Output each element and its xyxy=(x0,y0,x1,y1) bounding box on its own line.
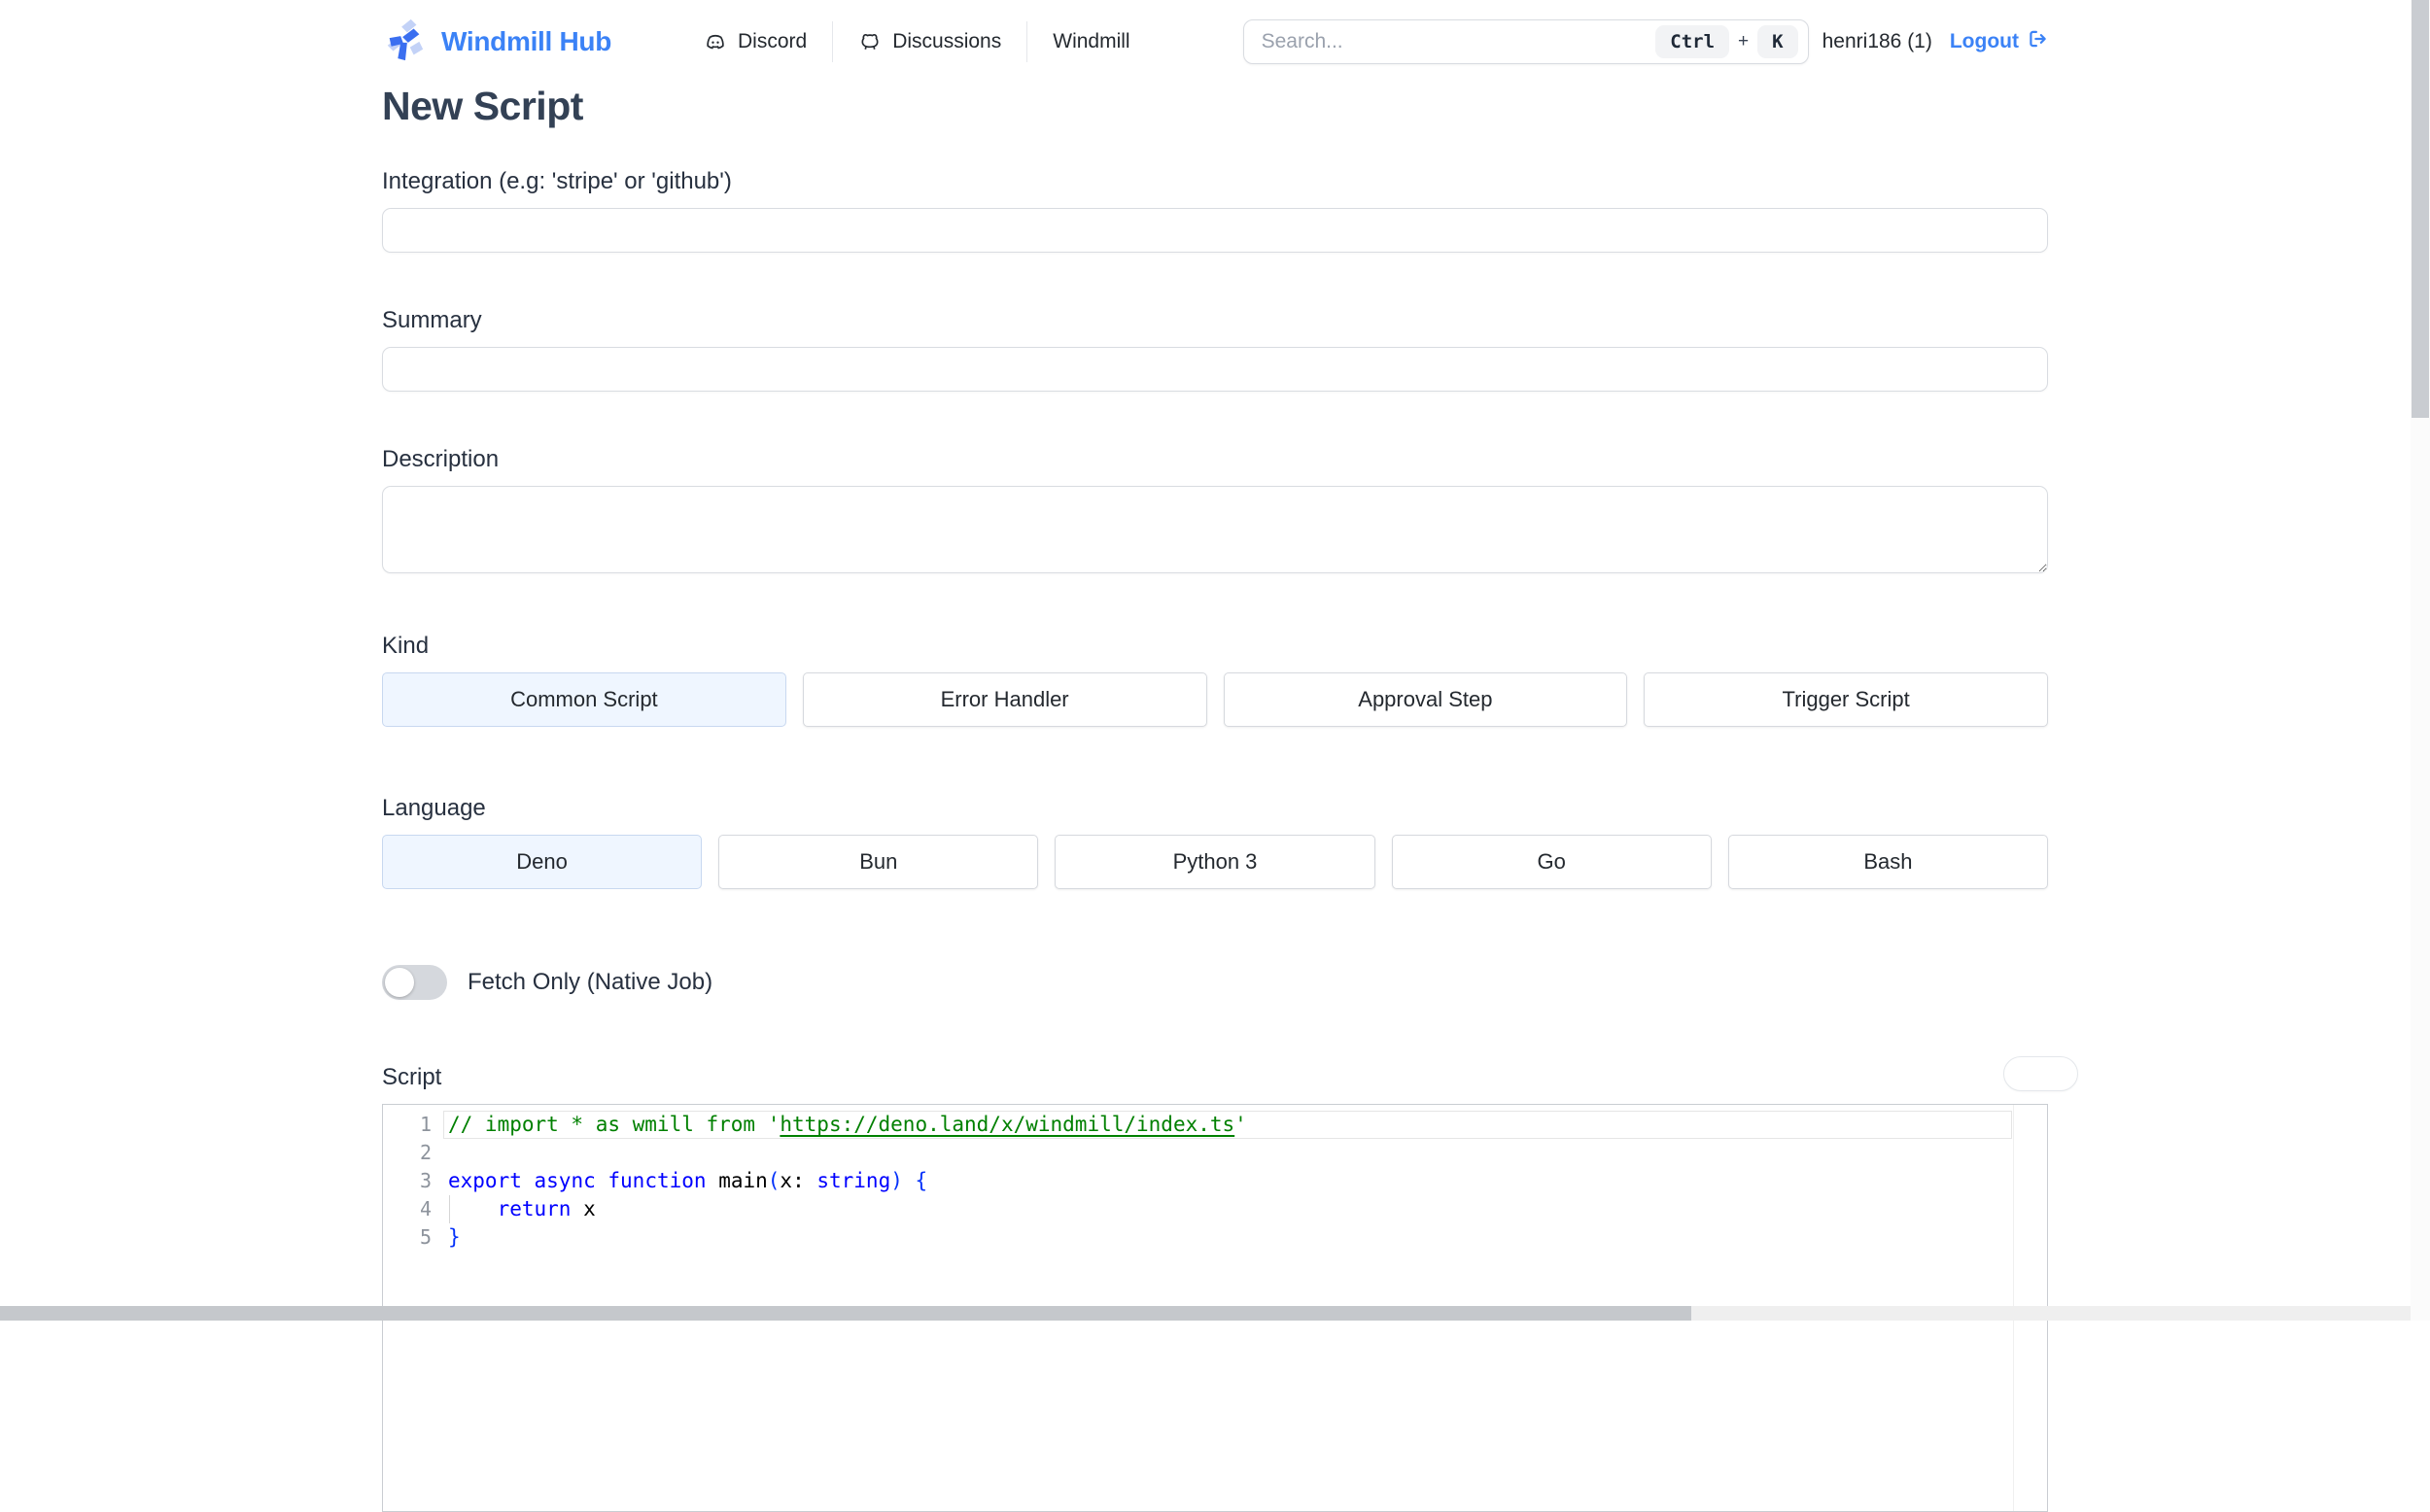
language-option-deno[interactable]: Deno xyxy=(382,835,703,889)
windmill-logo-icon xyxy=(382,17,427,67)
nav-item-windmill[interactable]: Windmill xyxy=(1027,30,1155,53)
line-content: } xyxy=(448,1225,461,1249)
language-option-go[interactable]: Go xyxy=(1391,835,1712,889)
line-content: export async function main(x: string) { xyxy=(448,1169,928,1192)
summary-field: Summary xyxy=(382,307,2048,392)
language-option-bun[interactable]: Bun xyxy=(718,835,1039,889)
fetch-only-toggle[interactable] xyxy=(382,965,447,1000)
line-content xyxy=(448,1139,2012,1167)
code-line-1[interactable]: 1 // import * as wmill from 'https://deno… xyxy=(383,1111,2047,1139)
summary-input[interactable] xyxy=(382,347,2048,392)
script-label: Script xyxy=(382,1064,442,1090)
code-line-5[interactable]: 5} xyxy=(383,1223,2047,1252)
discord-icon xyxy=(704,30,727,53)
kind-field: Kind Common Script Error Handler Approval … xyxy=(382,633,2048,727)
toggle-knob xyxy=(385,968,414,997)
brand-link[interactable]: Windmill Hub xyxy=(382,17,611,67)
line-number: 3 xyxy=(419,1169,432,1192)
kbd-plus: + xyxy=(1738,31,1750,52)
search-shortcut: Ctrl + K xyxy=(1655,25,1798,58)
nav-label-discord: Discord xyxy=(738,30,808,52)
fetch-only-label: Fetch Only (Native Job) xyxy=(468,969,713,995)
code-link[interactable]: https://deno.land/x/windmill/index.ts xyxy=(780,1113,1234,1136)
user-area: henri186 (1) Logout xyxy=(1822,28,2048,55)
script-section: Script 1 // import * as wmill from 'https… xyxy=(382,1056,2078,1512)
kind-option-common-script[interactable]: Common Script xyxy=(382,672,786,727)
main-nav: Discord Discussions Windmill xyxy=(704,21,1156,62)
language-options: Deno Bun Python 3 Go Bash xyxy=(382,835,2049,889)
nav-label-windmill: Windmill xyxy=(1053,30,1130,52)
vertical-scrollbar-thumb[interactable] xyxy=(2412,0,2429,418)
search-box[interactable]: Ctrl + K xyxy=(1242,19,1809,64)
page-title: New Script xyxy=(382,84,583,128)
nav-item-discussions[interactable]: Discussions xyxy=(833,30,1026,53)
integration-field: Integration (e.g: 'stripe' or 'github') xyxy=(382,168,2048,253)
editor-toggle-pill[interactable] xyxy=(2003,1056,2078,1091)
description-field: Description xyxy=(382,446,2048,578)
language-option-bash[interactable]: Bash xyxy=(1727,835,2049,889)
fetch-only-field: Fetch Only (Native Job) xyxy=(382,965,2048,1000)
horizontal-scrollbar[interactable] xyxy=(0,1306,2411,1321)
username: henri186 (1) xyxy=(1822,30,1932,52)
description-textarea[interactable] xyxy=(382,486,2048,573)
logout-button[interactable]: Logout xyxy=(1950,28,2048,55)
logout-label: Logout xyxy=(1949,30,2019,52)
kind-option-approval-step[interactable]: Approval Step xyxy=(1223,672,1628,727)
line-content: // import * as wmill from 'https://deno.… xyxy=(443,1111,2012,1139)
line-content: return x xyxy=(448,1195,2012,1223)
integration-input[interactable] xyxy=(382,208,2048,253)
kind-option-trigger-script[interactable]: Trigger Script xyxy=(1644,672,2048,727)
logout-icon xyxy=(2027,28,2048,55)
line-number: 5 xyxy=(419,1225,432,1249)
line-number: 1 xyxy=(419,1113,432,1136)
github-discussions-icon xyxy=(858,30,882,53)
code-line-2[interactable]: 2 xyxy=(383,1139,2047,1167)
language-option-python-3[interactable]: Python 3 xyxy=(1055,835,1375,889)
summary-label: Summary xyxy=(382,307,482,333)
nav-label-discussions: Discussions xyxy=(892,30,1002,52)
kind-options: Common Script Error Handler Approval Step T… xyxy=(382,672,2048,727)
kind-option-error-handler[interactable]: Error Handler xyxy=(802,672,1207,727)
kind-label: Kind xyxy=(382,633,430,659)
language-label: Language xyxy=(382,795,486,821)
code-line-4[interactable]: 4 return x xyxy=(383,1195,2047,1223)
line-number: 4 xyxy=(419,1197,432,1220)
code-line-3[interactable]: 3 export async function main(x: string) { xyxy=(383,1167,2047,1195)
kbd-k: K xyxy=(1757,25,1798,58)
kbd-ctrl: Ctrl xyxy=(1655,25,1730,58)
line-number: 2 xyxy=(419,1141,432,1164)
search-input[interactable] xyxy=(1247,30,1656,53)
vertical-scrollbar[interactable] xyxy=(2411,0,2430,1321)
language-field: Language Deno Bun Python 3 Go Bash xyxy=(382,795,2049,889)
nav-item-discord[interactable]: Discord xyxy=(704,30,832,53)
integration-label: Integration (e.g: 'stripe' or 'github') xyxy=(382,168,732,194)
header: Windmill Hub Discord Discussions Windmil… xyxy=(382,0,2048,68)
brand-title: Windmill Hub xyxy=(441,26,612,56)
horizontal-scrollbar-thumb[interactable] xyxy=(0,1306,1691,1321)
description-label: Description xyxy=(382,446,500,472)
